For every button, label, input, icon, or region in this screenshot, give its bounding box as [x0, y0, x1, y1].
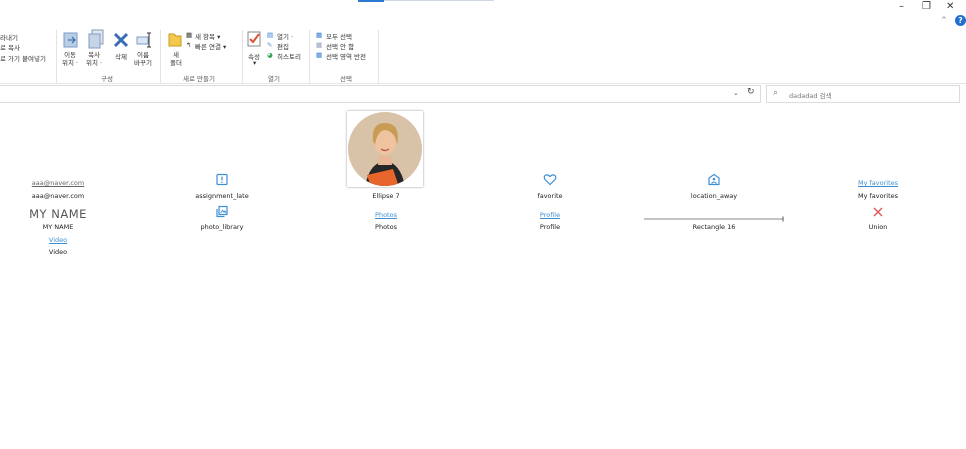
open-button[interactable]: 열기 · — [277, 31, 293, 41]
search-icon: ⌕ — [773, 88, 779, 98]
address-row: ⌄ ↻ ⌕ dadadad 검색 — [0, 84, 966, 103]
properties-dropdown-icon[interactable]: ▾ — [253, 59, 256, 67]
profile-label[interactable]: Profile — [540, 223, 560, 231]
edit-button[interactable]: 편집 — [277, 41, 289, 51]
ellipse-label[interactable]: Ellipse 7 — [372, 192, 399, 200]
favorite-label[interactable]: favorite — [537, 192, 562, 200]
ribbon-separator — [242, 30, 243, 84]
location-away-icon[interactable] — [707, 173, 721, 186]
delete-button[interactable]: 삭제 — [115, 51, 127, 61]
location-away-label[interactable]: location_away — [691, 192, 737, 200]
photo-library-label[interactable]: photo_library — [201, 223, 244, 231]
rectangle-16-line[interactable] — [644, 216, 786, 222]
union-label[interactable]: Union — [869, 223, 888, 231]
photos-label[interactable]: Photos — [375, 223, 397, 231]
open-group-label: 열기 — [268, 75, 280, 83]
search-input[interactable]: ⌕ dadadad 검색 — [766, 85, 960, 103]
easy-access-icon[interactable]: ↰ — [186, 41, 191, 49]
email-link[interactable]: aaa@naver.com — [32, 179, 84, 187]
new-group-label: 새로 만들기 — [183, 75, 215, 83]
close-button[interactable]: ✕ — [946, 1, 954, 12]
invert-selection-button[interactable]: 선택 영역 반전 — [326, 51, 366, 61]
edit-icon[interactable]: ✎ — [267, 41, 272, 49]
invert-selection-icon[interactable]: ▦ — [316, 51, 322, 59]
my-name-heading[interactable]: MY NAME — [29, 207, 87, 221]
move-to-icon[interactable] — [63, 31, 79, 49]
paste-shortcut-label[interactable]: 로 가기 붙여넣기 — [0, 53, 46, 63]
move-to-button[interactable]: 이동 위치 · — [62, 51, 78, 67]
assignment-late-label[interactable]: assignment_late — [195, 192, 248, 200]
refresh-icon[interactable]: ↻ — [747, 87, 755, 97]
profile-link[interactable]: Profile — [540, 211, 560, 219]
new-folder-icon[interactable] — [168, 31, 182, 47]
video-link[interactable]: Video — [49, 236, 67, 244]
ribbon-separator — [309, 30, 310, 84]
minimize-button[interactable]: – — [899, 1, 904, 12]
new-item-icon[interactable]: ▦ — [186, 31, 192, 39]
new-item-button[interactable]: 새 항목 ▾ — [195, 31, 220, 41]
active-tab-indicator[interactable] — [358, 0, 384, 2]
properties-icon[interactable] — [247, 31, 261, 47]
history-button[interactable]: 히스토리 — [277, 51, 301, 61]
assignment-late-icon[interactable] — [216, 173, 229, 186]
search-placeholder: dadadad 검색 — [789, 92, 832, 100]
photos-link[interactable]: Photos — [375, 211, 397, 219]
ellipse-thumbnail[interactable] — [347, 111, 423, 187]
my-name-label[interactable]: MY NAME — [43, 223, 74, 231]
open-icon[interactable]: ▤ — [267, 31, 273, 39]
email-label[interactable]: aaa@naver.com — [32, 192, 84, 200]
tab-strip — [384, 0, 494, 1]
address-bar[interactable] — [0, 85, 761, 103]
portrait-avatar — [348, 112, 422, 186]
select-group-label: 선택 — [340, 75, 352, 83]
rename-icon[interactable] — [136, 31, 152, 49]
select-none-button[interactable]: 선택 안 함 — [326, 41, 354, 51]
my-favorites-link[interactable]: My favorites — [858, 179, 898, 187]
new-folder-button[interactable]: 새 폴더 — [170, 51, 182, 67]
collapse-ribbon-icon[interactable]: ^ — [941, 16, 947, 24]
video-label[interactable]: Video — [49, 248, 67, 256]
photo-library-icon[interactable] — [216, 205, 229, 218]
copy-path-label[interactable]: 로 복사 — [0, 42, 20, 52]
union-icon[interactable] — [872, 206, 884, 218]
rename-button[interactable]: 이름 바꾸기 — [134, 51, 152, 67]
ribbon-separator — [160, 30, 161, 84]
title-bar: – ❐ ✕ ^ ? — [0, 0, 966, 26]
rectangle-16-label[interactable]: Rectangle 16 — [693, 223, 736, 231]
copy-to-button[interactable]: 복사 위치 · — [86, 51, 102, 67]
select-all-icon[interactable]: ▦ — [316, 31, 322, 39]
delete-icon[interactable] — [113, 32, 129, 48]
restore-button[interactable]: ❐ — [922, 1, 931, 12]
help-icon[interactable]: ? — [955, 15, 966, 26]
ribbon-separator — [56, 30, 57, 84]
chevron-down-icon[interactable]: ⌄ — [733, 89, 739, 97]
select-none-icon[interactable]: ▦ — [316, 41, 322, 49]
ribbon-separator — [378, 30, 379, 84]
select-all-button[interactable]: 모두 선택 — [326, 31, 352, 41]
my-favorites-label[interactable]: My favorites — [858, 192, 898, 200]
favorite-icon[interactable] — [543, 173, 557, 186]
organize-group-label: 구성 — [101, 75, 113, 83]
history-icon[interactable]: ◕ — [267, 51, 273, 59]
easy-access-button[interactable]: 빠른 연결 ▾ — [195, 41, 226, 51]
cut-label[interactable]: 라내기 — [0, 32, 18, 42]
copy-to-icon[interactable] — [88, 29, 104, 49]
